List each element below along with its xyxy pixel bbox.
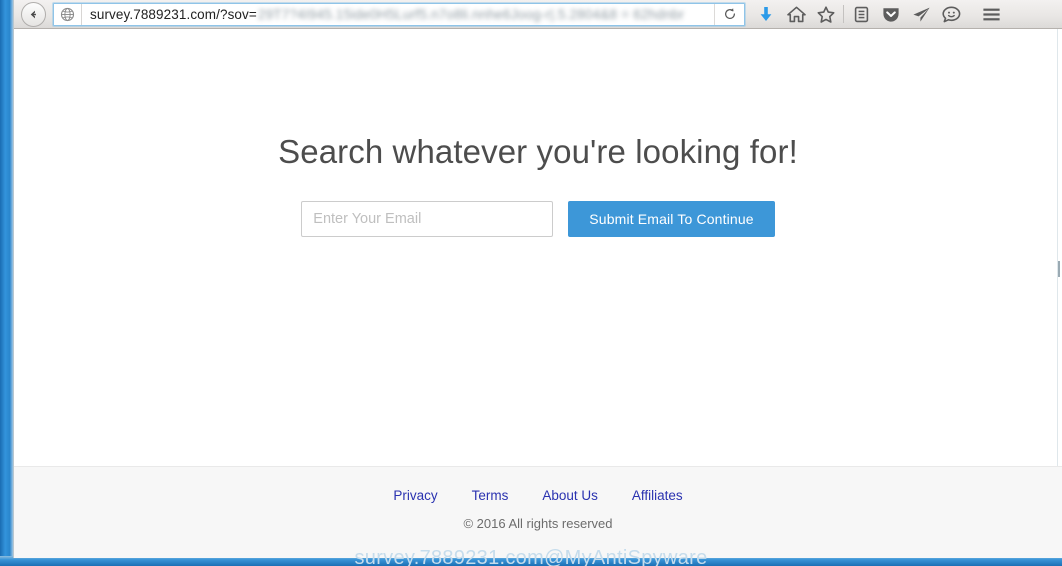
submit-email-button[interactable]: Submit Email To Continue [568, 201, 775, 238]
browser-window: survey.7889231.com/?sov= 29T7?4I945.15ide… [13, 0, 1062, 558]
url-blurred-part: 29T7?4I945.15ide0H5Lurf5.n7o8li.nnhe6Joo… [257, 6, 685, 22]
footer-link-privacy[interactable]: Privacy [393, 488, 437, 503]
pocket-icon[interactable] [876, 1, 906, 27]
footer-link-affiliates[interactable]: Affiliates [632, 488, 683, 503]
reload-icon[interactable] [714, 3, 744, 25]
hamburger-menu-icon[interactable] [976, 1, 1006, 27]
frame-border-left [0, 0, 13, 566]
url-bar[interactable]: survey.7889231.com/?sov= 29T7?4I945.15ide… [53, 2, 745, 26]
hero-section: Search whatever you're looking for! Subm… [14, 29, 1062, 238]
browser-navigation-toolbar: survey.7889231.com/?sov= 29T7?4I945.15ide… [14, 0, 1062, 29]
download-icon[interactable] [751, 1, 781, 27]
toolbar-icon-strip [751, 0, 1006, 29]
footer-links: Privacy Terms About Us Affiliates [14, 488, 1062, 503]
back-button[interactable] [17, 1, 49, 27]
page-viewport: Search whatever you're looking for! Subm… [14, 29, 1062, 558]
email-input[interactable] [301, 201, 554, 238]
screenshot-frame: survey.7889231.com/?sov= 29T7?4I945.15ide… [0, 0, 1062, 566]
send-icon[interactable] [906, 1, 936, 27]
site-footer: Privacy Terms About Us Affiliates © 2016… [14, 466, 1062, 558]
scrollbar-thumb[interactable] [1058, 261, 1060, 277]
url-visible-part: survey.7889231.com/?sov= [90, 6, 257, 22]
toolbar-separator [843, 5, 844, 23]
footer-link-about-us[interactable]: About Us [542, 488, 598, 503]
url-text[interactable]: survey.7889231.com/?sov= 29T7?4I945.15ide… [82, 4, 714, 25]
globe-icon[interactable] [54, 3, 82, 25]
home-icon[interactable] [781, 1, 811, 27]
footer-link-terms[interactable]: Terms [472, 488, 509, 503]
back-arrow-icon [20, 1, 46, 27]
copyright-text: © 2016 All rights reserved [463, 516, 613, 531]
page-title: Search whatever you're looking for! [278, 133, 798, 170]
star-icon[interactable] [811, 1, 841, 27]
reader-list-icon[interactable] [846, 1, 876, 27]
chat-icon[interactable] [936, 1, 966, 27]
email-signup-form: Submit Email To Continue [14, 201, 1062, 238]
